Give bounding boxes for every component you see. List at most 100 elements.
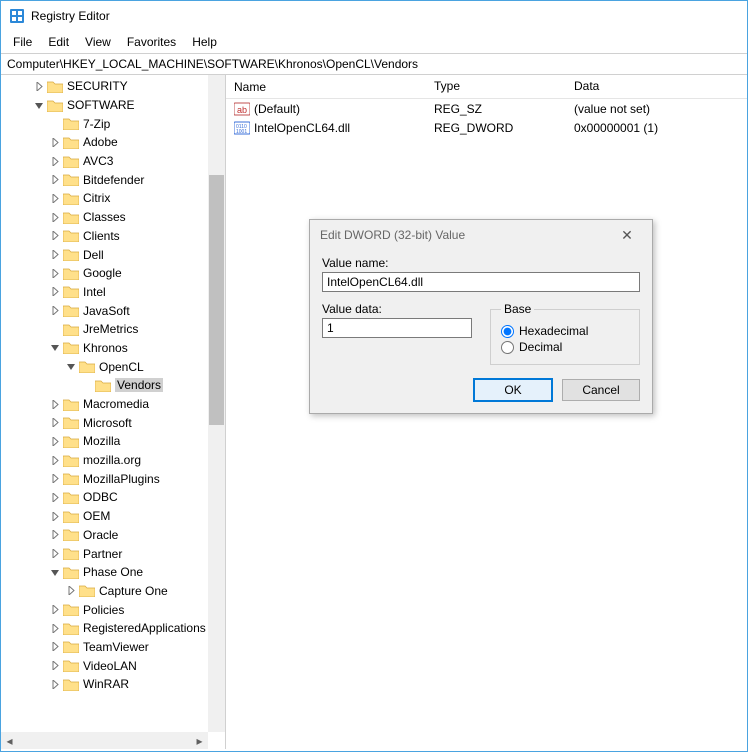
tree-label: Capture One xyxy=(99,584,168,598)
chevron-right-icon[interactable] xyxy=(49,622,61,634)
ok-button[interactable]: OK xyxy=(474,379,552,401)
tree-item[interactable]: Intel xyxy=(3,283,208,302)
tree-item[interactable]: JavaSoft xyxy=(3,301,208,320)
tree-item[interactable]: TeamViewer xyxy=(3,638,208,657)
tree-horizontal-scrollbar[interactable]: ◂▸ xyxy=(1,732,208,749)
tree-item[interactable]: Dell xyxy=(3,245,208,264)
folder-icon xyxy=(63,547,79,560)
tree-item[interactable]: mozilla.org xyxy=(3,451,208,470)
chevron-right-icon[interactable] xyxy=(49,491,61,503)
tree-item[interactable]: Policies xyxy=(3,600,208,619)
tree-item[interactable]: Mozilla xyxy=(3,432,208,451)
folder-icon xyxy=(63,454,79,467)
chevron-right-icon[interactable] xyxy=(49,417,61,429)
tree-item[interactable]: JreMetrics xyxy=(3,320,208,339)
tree-item[interactable]: Macromedia xyxy=(3,395,208,414)
tree-item[interactable]: AVC3 xyxy=(3,152,208,171)
list-row[interactable]: (Default)REG_SZ(value not set) xyxy=(226,99,747,118)
chevron-right-icon[interactable] xyxy=(49,305,61,317)
chevron-right-icon[interactable] xyxy=(49,641,61,653)
menu-edit[interactable]: Edit xyxy=(40,33,77,51)
registry-tree[interactable]: SECURITYSOFTWARE7-ZipAdobeAVC3Bitdefende… xyxy=(1,75,208,696)
chevron-right-icon[interactable] xyxy=(49,660,61,672)
folder-icon xyxy=(63,659,79,672)
col-data-header[interactable]: Data xyxy=(566,75,747,98)
tree-item[interactable]: Adobe xyxy=(3,133,208,152)
chevron-down-icon[interactable] xyxy=(65,361,77,373)
folder-icon xyxy=(63,304,79,317)
value-data-input[interactable] xyxy=(322,318,472,338)
chevron-right-icon[interactable] xyxy=(49,435,61,447)
value-icon xyxy=(234,101,250,117)
chevron-right-icon[interactable] xyxy=(49,267,61,279)
tree-item[interactable]: SOFTWARE xyxy=(3,96,208,115)
chevron-right-icon[interactable] xyxy=(49,678,61,690)
radio-dec-input[interactable] xyxy=(501,341,514,354)
chevron-right-icon[interactable] xyxy=(49,548,61,560)
chevron-right-icon[interactable] xyxy=(49,136,61,148)
chevron-right-icon[interactable] xyxy=(49,230,61,242)
value-name-input[interactable] xyxy=(322,272,640,292)
chevron-right-icon[interactable] xyxy=(49,510,61,522)
tree-vertical-scrollbar[interactable] xyxy=(208,75,225,732)
dialog-close-button[interactable]: ✕ xyxy=(612,227,642,244)
menu-favorites[interactable]: Favorites xyxy=(119,33,184,51)
tree-item[interactable]: WinRAR xyxy=(3,675,208,694)
tree-label: Phase One xyxy=(83,565,143,579)
chevron-right-icon[interactable] xyxy=(49,454,61,466)
menu-file[interactable]: File xyxy=(5,33,40,51)
tree-item[interactable]: Capture One xyxy=(3,582,208,601)
tree-item[interactable]: 7-Zip xyxy=(3,114,208,133)
chevron-right-icon[interactable] xyxy=(49,604,61,616)
tree-item[interactable]: Bitdefender xyxy=(3,170,208,189)
tree-label: MozillaPlugins xyxy=(83,472,160,486)
tree-item[interactable]: Classes xyxy=(3,208,208,227)
tree-item[interactable]: RegisteredApplications xyxy=(3,619,208,638)
list-row[interactable]: IntelOpenCL64.dllREG_DWORD0x00000001 (1) xyxy=(226,118,747,137)
tree-item[interactable]: ODBC xyxy=(3,488,208,507)
radio-dec[interactable]: Decimal xyxy=(501,340,629,354)
tree-item[interactable]: Oracle xyxy=(3,526,208,545)
radio-hex-input[interactable] xyxy=(501,325,514,338)
tree-item[interactable]: Microsoft xyxy=(3,413,208,432)
tree-item[interactable]: MozillaPlugins xyxy=(3,469,208,488)
address-bar[interactable]: Computer\HKEY_LOCAL_MACHINE\SOFTWARE\Khr… xyxy=(1,53,747,75)
folder-icon xyxy=(79,584,95,597)
chevron-right-icon[interactable] xyxy=(49,211,61,223)
tree-item[interactable]: SECURITY xyxy=(3,77,208,96)
chevron-down-icon[interactable] xyxy=(49,342,61,354)
chevron-right-icon[interactable] xyxy=(65,585,77,597)
col-type-header[interactable]: Type xyxy=(426,75,566,98)
chevron-down-icon[interactable] xyxy=(49,566,61,578)
folder-icon xyxy=(63,398,79,411)
tree-item[interactable]: Citrix xyxy=(3,189,208,208)
chevron-right-icon[interactable] xyxy=(49,155,61,167)
chevron-right-icon[interactable] xyxy=(49,192,61,204)
chevron-right-icon[interactable] xyxy=(49,529,61,541)
col-name-header[interactable]: Name xyxy=(226,75,426,98)
radio-hex[interactable]: Hexadecimal xyxy=(501,324,629,338)
tree-label: Clients xyxy=(83,229,120,243)
chevron-right-icon[interactable] xyxy=(49,174,61,186)
tree-item[interactable]: Google xyxy=(3,264,208,283)
tree-item[interactable]: Phase One xyxy=(3,563,208,582)
edit-dword-dialog: Edit DWORD (32-bit) Value ✕ Value name: … xyxy=(309,219,653,414)
folder-icon xyxy=(63,603,79,616)
menu-view[interactable]: View xyxy=(77,33,119,51)
chevron-right-icon[interactable] xyxy=(49,249,61,261)
tree-item[interactable]: VideoLAN xyxy=(3,656,208,675)
cancel-button[interactable]: Cancel xyxy=(562,379,640,401)
tree-item[interactable]: Vendors xyxy=(3,376,208,395)
menu-help[interactable]: Help xyxy=(184,33,225,51)
tree-item[interactable]: Khronos xyxy=(3,339,208,358)
tree-item[interactable]: OpenCL xyxy=(3,357,208,376)
tree-item[interactable]: OEM xyxy=(3,507,208,526)
chevron-right-icon[interactable] xyxy=(49,286,61,298)
chevron-right-icon[interactable] xyxy=(33,80,45,92)
tree-item[interactable]: Partner xyxy=(3,544,208,563)
tree-item[interactable]: Clients xyxy=(3,227,208,246)
chevron-down-icon[interactable] xyxy=(33,99,45,111)
chevron-right-icon[interactable] xyxy=(49,398,61,410)
chevron-right-icon[interactable] xyxy=(49,473,61,485)
twisty-spacer xyxy=(49,323,61,335)
